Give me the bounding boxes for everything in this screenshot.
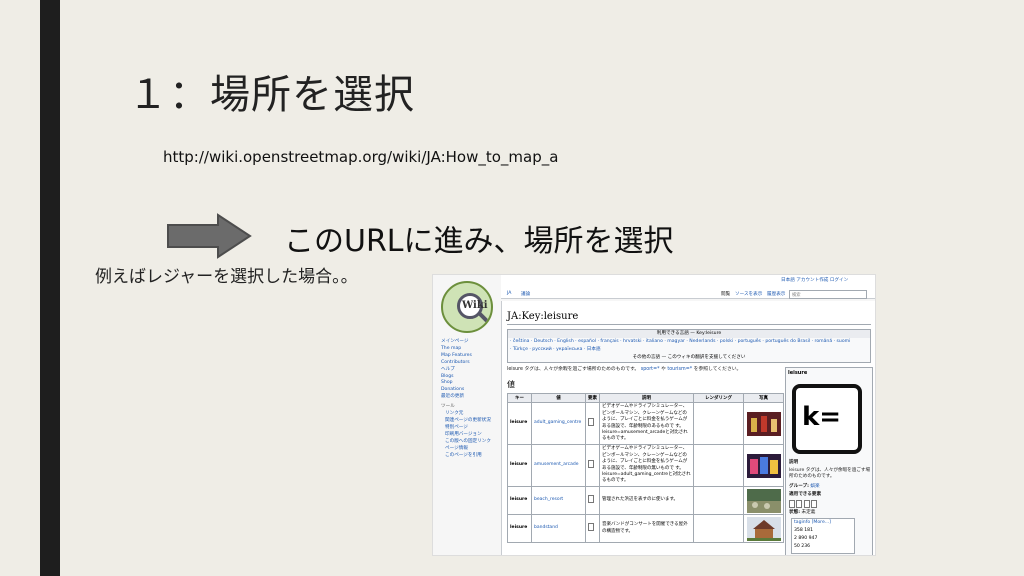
- slide-url: http://wiki.openstreetmap.org/wiki/JA:Ho…: [163, 148, 559, 166]
- element-icon: [588, 522, 594, 531]
- table-header: 説明: [599, 393, 694, 403]
- photo-thumbnail[interactable]: [746, 453, 781, 478]
- infobox-applies: 適用できる要素: [789, 492, 822, 497]
- slide-title: １：場所を選択: [128, 72, 415, 118]
- infobox-group: グループ: 娯楽: [789, 484, 820, 489]
- sidebar-nav: メインページ The map Map Features Contributors…: [441, 339, 491, 459]
- infobox-desc: leisure タグは、人々が余暇を過ごす場所のためのものです。: [789, 468, 871, 480]
- taginfo-count: 50 236: [794, 544, 811, 549]
- tourism-link[interactable]: tourism=*: [667, 367, 692, 372]
- language-links[interactable]: · čeština · Deutsch · English · español …: [508, 338, 870, 346]
- value-link[interactable]: adult_gaming_centre: [531, 402, 586, 445]
- infobox-status: 状態: 未定義: [789, 510, 816, 515]
- sidebar-item[interactable]: Map Features: [441, 353, 491, 360]
- table-header: 値: [531, 393, 586, 403]
- user-links[interactable]: 日本語 アカウント作成 ログイン: [781, 277, 848, 283]
- element-icon: [588, 417, 594, 426]
- table-row: leisure beach_resort 管理された浜辺を表すのに使います。: [507, 486, 784, 515]
- table-row: leisure adult_gaming_centre ビデオゲームやドライブシ…: [507, 402, 784, 445]
- sidebar-item[interactable]: Contributors: [441, 360, 491, 367]
- search-input[interactable]: 検索: [789, 290, 867, 299]
- table-header: レンダリング: [693, 393, 744, 403]
- tools-item[interactable]: この版への固定リンク: [441, 439, 491, 446]
- values-table: キー 値 要素 説明 レンダリング 写真 leisure adult_gamin…: [507, 393, 784, 543]
- language-box-header: 利用できる言語 — Key:leisure: [508, 330, 870, 338]
- sidebar-item[interactable]: ヘルプ: [441, 367, 491, 374]
- tab-history[interactable]: 履歴表示: [767, 291, 785, 297]
- wiki-topbar: 日本語 アカウント作成 ログイン JA 議論 閲覧 ソースを表示 履歴表示 検索: [501, 275, 875, 299]
- language-box-footer[interactable]: その他の言語 — このウィキの翻訳を支援してください: [508, 354, 870, 362]
- language-links[interactable]: · Türkçe · русский · українська · 日本語: [508, 346, 870, 354]
- sport-link[interactable]: sport=*: [641, 367, 660, 372]
- sidebar-item[interactable]: The map: [441, 346, 491, 353]
- sidebar-item[interactable]: 最近の更新: [441, 394, 491, 401]
- table-row: leisure amusement_arcade ビデオゲームやドライブシミュレ…: [507, 444, 784, 487]
- page-title: JA:Key:leisure: [507, 311, 579, 322]
- tab-discussion[interactable]: 議論: [521, 291, 530, 297]
- table-row: leisure bandstand 音楽バンドがコンサートを開催できる屋外の構造…: [507, 514, 784, 543]
- photo-thumbnail[interactable]: [746, 516, 781, 541]
- taginfo-box: taginfo [More...] 358 181 2 890 947 50 2…: [791, 518, 855, 554]
- value-link[interactable]: amusement_arcade: [531, 444, 586, 487]
- logo-text: Wiki: [462, 300, 488, 311]
- slide-left-bar: [40, 0, 60, 576]
- language-box: 利用できる言語 — Key:leisure · čeština · Deutsc…: [507, 329, 871, 363]
- taginfo-count: 2 890 947: [794, 536, 818, 541]
- element-icon: [588, 459, 594, 468]
- wiki-screenshot: Wiki メインページ The map Map Features Contrib…: [432, 274, 876, 556]
- taginfo-count: 358 181: [794, 528, 813, 533]
- value-link[interactable]: beach_resort: [531, 486, 586, 515]
- infobox-header: leisure: [788, 370, 808, 376]
- photo-thumbnail[interactable]: [746, 411, 781, 436]
- tools-item[interactable]: ページ情報: [441, 446, 491, 453]
- intro-text: leisure タグは、人々が余暇を過ごす場所のためのものです。 sport=*…: [507, 367, 742, 372]
- right-arrow-icon: [167, 213, 252, 259]
- sidebar-item[interactable]: メインページ: [441, 339, 491, 346]
- table-header: キー: [507, 393, 532, 403]
- photo-thumbnail[interactable]: [746, 488, 781, 513]
- value-link[interactable]: bandstand: [531, 514, 586, 543]
- table-header: 写真: [743, 393, 784, 403]
- tab-view-source[interactable]: ソースを表示: [735, 291, 762, 297]
- wiki-content: JA:Key:leisure 利用できる言語 — Key:leisure · č…: [501, 301, 875, 555]
- infobox-desc-label: 説明: [789, 460, 799, 465]
- infobox: leisure k= 説明 leisure タグは、人々が余暇を過ごす場所のため…: [785, 367, 873, 555]
- instruction-text: このURLに進み、場所を選択: [284, 224, 674, 259]
- tools-item[interactable]: このページを引用: [441, 453, 491, 460]
- tab-read[interactable]: 閲覧: [721, 291, 730, 297]
- tools-item[interactable]: リンク元: [441, 411, 491, 418]
- example-text: 例えばレジャーを選択した場合。。: [95, 267, 358, 287]
- table-header: 要素: [585, 393, 600, 403]
- tools-item[interactable]: 印刷用バージョン: [441, 432, 491, 439]
- tab-ja[interactable]: JA: [507, 291, 511, 296]
- element-icon: [588, 494, 594, 503]
- values-heading: 値: [507, 380, 515, 389]
- tools-item[interactable]: 特別ページ: [441, 425, 491, 432]
- taginfo-link[interactable]: taginfo [More...]: [794, 519, 854, 527]
- key-icon: k=: [792, 384, 862, 454]
- wiki-sidebar: Wiki メインページ The map Map Features Contrib…: [433, 275, 501, 555]
- tools-item[interactable]: 関連ページの更新状況: [441, 418, 491, 425]
- osm-wiki-logo[interactable]: Wiki: [441, 281, 493, 333]
